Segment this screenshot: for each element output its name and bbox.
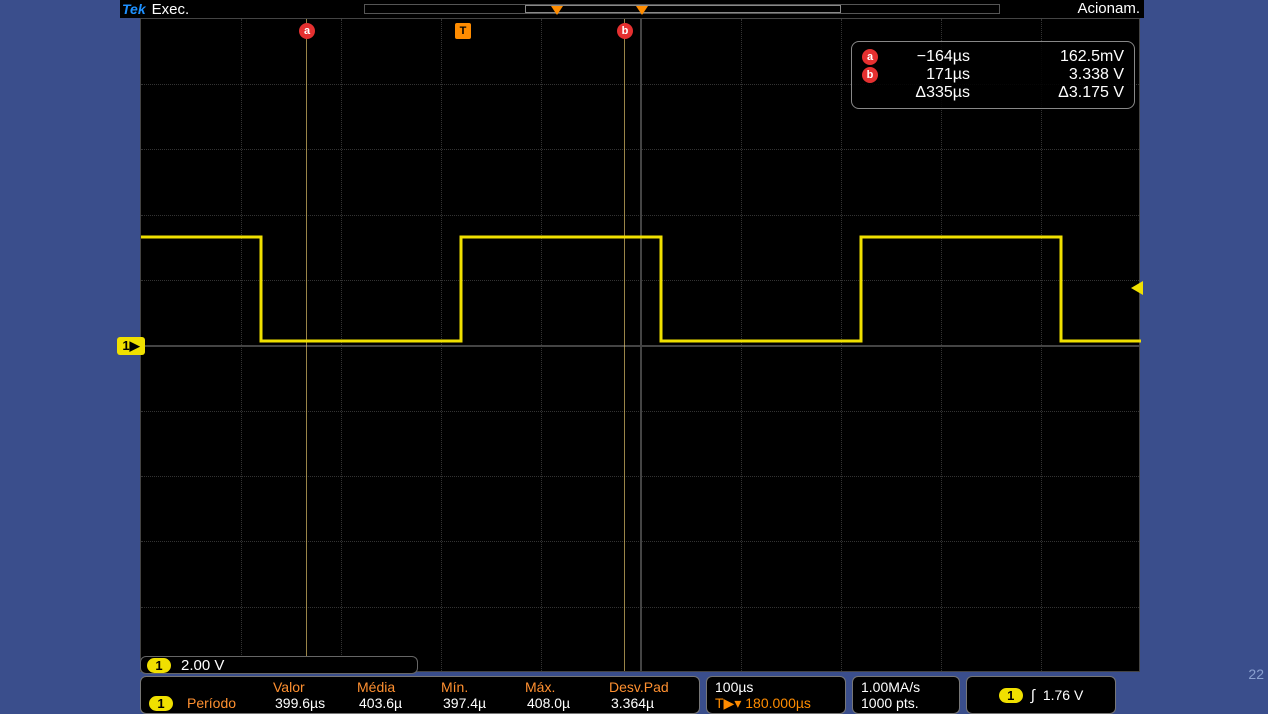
scope-topbar: Tek Exec. Acionam. [120, 0, 1144, 18]
trigger-menu-label[interactable]: Acionam. [1077, 0, 1140, 17]
cursor-readout-box: a −164µs 162.5mV b 171µs 3.338 V Δ335µs … [851, 41, 1135, 109]
measurement-box[interactable]: Valor Média Mín. Máx. Desv.Pad 1 Período… [140, 676, 700, 714]
meas-valor: 399.6µs [275, 695, 345, 711]
trigger-ch-pill: 1 [999, 688, 1023, 703]
trigger-level-marker[interactable] [1131, 281, 1143, 295]
delay-icon: T▶▾ [715, 695, 741, 711]
t-marker-icon [551, 6, 563, 15]
ch1-scale-box[interactable]: 1 2.00 V [140, 656, 418, 674]
meas-media: 403.6µ [359, 695, 429, 711]
cursor-b-badge[interactable]: b [617, 23, 633, 39]
cursor-b-line[interactable] [624, 19, 625, 671]
sample-rate: 1.00MA/s [861, 679, 951, 695]
measurement-values: 1 Período 399.6µs 403.6µ 397.4µ 408.0µ 3… [149, 695, 691, 711]
meas-min: 397.4µ [443, 695, 513, 711]
readout-row-b: b 171µs 3.338 V [862, 66, 1124, 84]
ch1-ground-marker[interactable]: 1▶ [117, 337, 145, 355]
tek-logo: Tek [120, 1, 146, 17]
readout-row-delta: Δ335µs Δ3.175 V [862, 84, 1124, 102]
trigger-pos-icon [636, 6, 648, 15]
acquisition-overview [364, 4, 1000, 14]
waveform-display[interactable]: a b T 1▶ a −164µs 162.5mV b 171µs 3.338 … [140, 18, 1140, 672]
hdr-desv: Desv.Pad [609, 679, 689, 695]
record-length: 1000 pts. [861, 695, 951, 711]
readout-row-a: a −164µs 162.5mV [862, 48, 1124, 66]
delay-value: 180.000µs [745, 695, 811, 711]
timebase-delay: T▶▾ 180.000µs [715, 695, 837, 712]
readout-b-badge: b [862, 67, 878, 83]
trigger-box[interactable]: 1 ∫ 1.76 V [966, 676, 1116, 714]
hdr-valor: Valor [273, 679, 343, 695]
cursor-delta-time: Δ335µs [890, 84, 970, 102]
cursor-a-badge[interactable]: a [299, 23, 315, 39]
ch1-pill: 1 [147, 658, 171, 673]
timebase-box[interactable]: 100µs T▶▾ 180.000µs [706, 676, 846, 714]
hdr-media: Média [357, 679, 427, 695]
meas-desv: 3.364µ [611, 695, 691, 711]
cursor-a-volt: 162.5mV [982, 48, 1124, 66]
trigger-level: 1.76 V [1043, 687, 1083, 703]
cursor-b-time: 171µs [890, 66, 970, 84]
center-axis-h [141, 345, 1139, 347]
hdr-min: Mín. [441, 679, 511, 695]
hdr-max: Máx. [525, 679, 595, 695]
meas-max: 408.0µ [527, 695, 597, 711]
cursor-a-line[interactable] [306, 19, 307, 671]
sample-rate-box[interactable]: 1.00MA/s 1000 pts. [852, 676, 960, 714]
rising-edge-icon: ∫ [1031, 687, 1035, 704]
t-reference-badge: T [455, 23, 471, 39]
acquisition-window [525, 5, 841, 13]
meas-label: Período [187, 695, 261, 711]
meas-ch-pill: 1 [149, 696, 173, 711]
ch1-scale-value: 2.00 V [181, 657, 224, 674]
measurement-headers: Valor Média Mín. Máx. Desv.Pad [149, 679, 691, 695]
timebase-scale: 100µs [715, 679, 837, 695]
cursor-b-volt: 3.338 V [982, 66, 1124, 84]
page-number: 22 [1248, 666, 1264, 682]
readout-a-badge: a [862, 49, 878, 65]
cursor-a-time: −164µs [890, 48, 970, 66]
cursor-delta-volt: Δ3.175 V [982, 84, 1124, 102]
ch-num: 1 [122, 338, 129, 353]
run-status: Exec. [146, 1, 190, 18]
bottom-bar: Valor Média Mín. Máx. Desv.Pad 1 Período… [140, 676, 1268, 714]
